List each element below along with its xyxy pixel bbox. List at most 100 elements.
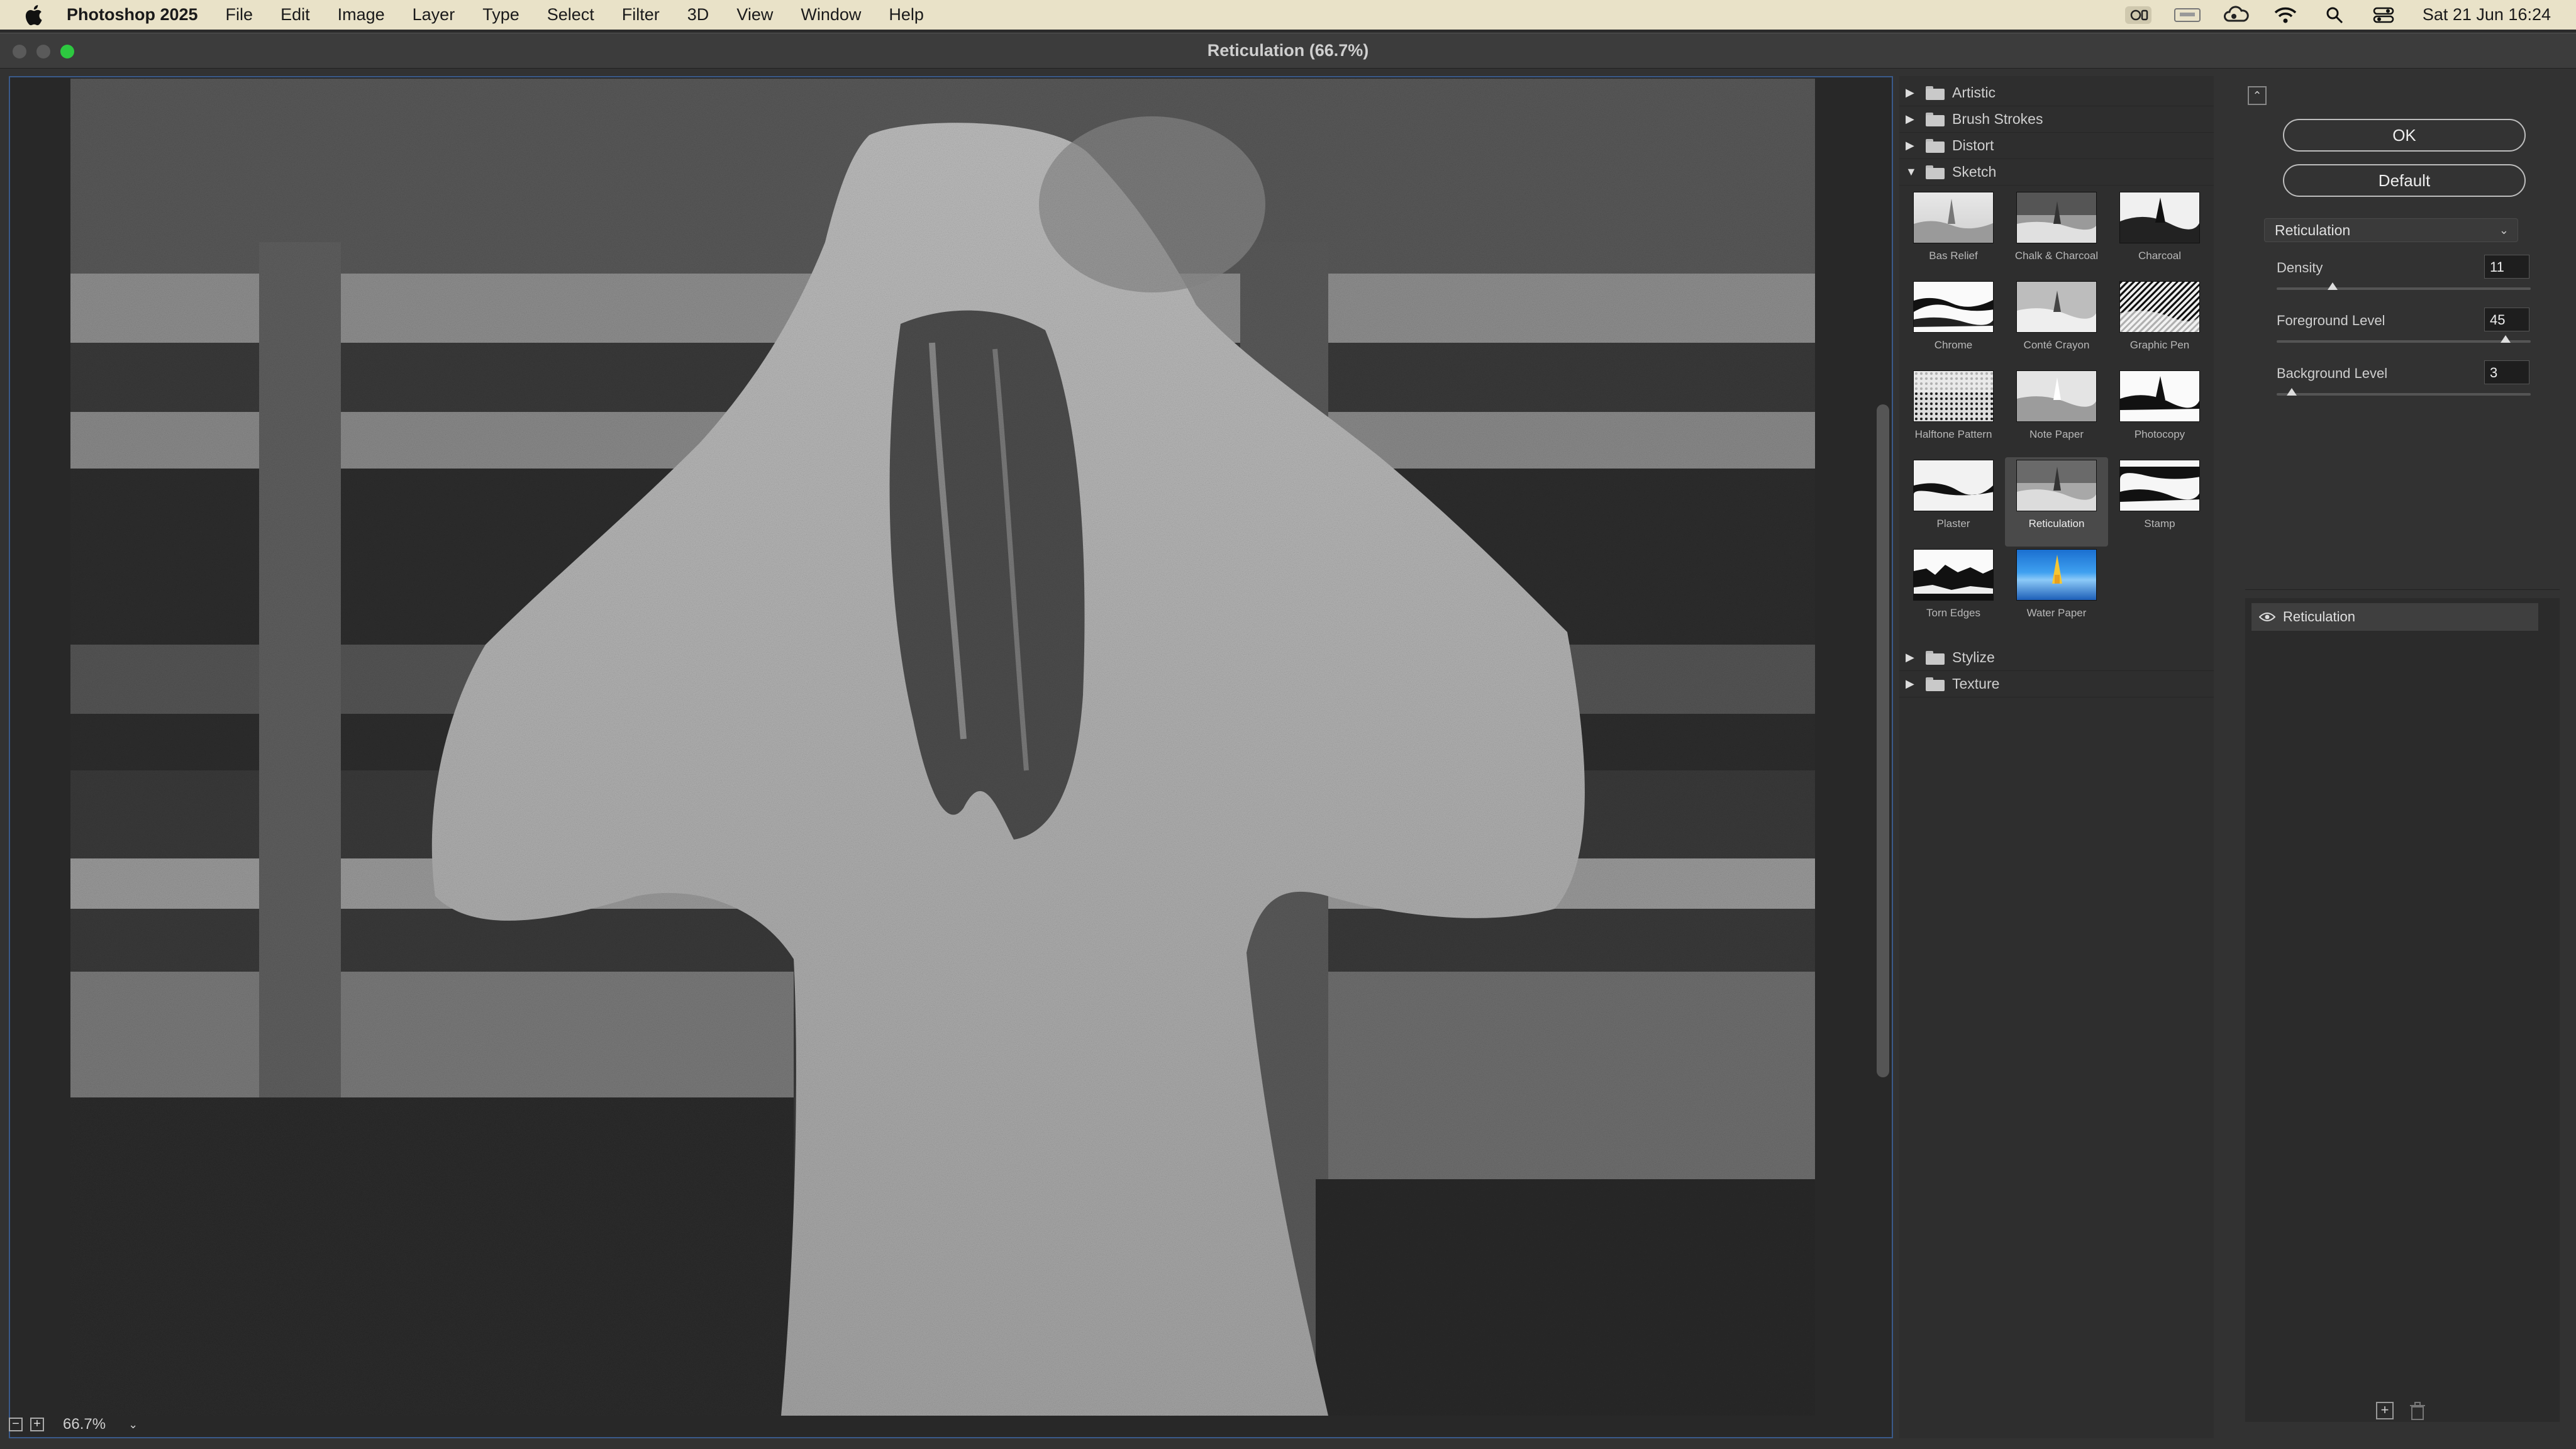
menu-image[interactable]: Image <box>338 5 385 25</box>
density-slider[interactable] <box>2277 287 2531 290</box>
category-distort[interactable]: ▶ Distort <box>1899 133 2214 159</box>
folder-icon <box>1926 138 1945 153</box>
zoom-value[interactable]: 66.7% <box>63 1416 106 1433</box>
preview-image[interactable] <box>70 79 1815 1416</box>
filter-water-paper[interactable]: Water Paper <box>2005 547 2108 636</box>
expand-triangle-icon[interactable]: ▶ <box>1906 651 1917 664</box>
filter-select-value: Reticulation <box>2275 221 2351 238</box>
filter-stamp[interactable]: Stamp <box>2108 457 2211 547</box>
menu-3d[interactable]: 3D <box>687 5 709 25</box>
menu-type[interactable]: Type <box>482 5 519 25</box>
search-icon[interactable] <box>2321 6 2348 25</box>
menu-select[interactable]: Select <box>547 5 594 25</box>
filter-thumbnail <box>1913 192 1994 243</box>
eye-icon[interactable] <box>2251 612 2283 622</box>
filter-label: Chrome <box>1934 339 1973 351</box>
background-level-slider-handle[interactable] <box>2287 388 2297 396</box>
filter-label: Reticulation <box>2028 518 2085 530</box>
menu-layer[interactable]: Layer <box>413 5 455 25</box>
category-brush-strokes[interactable]: ▶ Brush Strokes <box>1899 106 2214 133</box>
filter-label: Photocopy <box>2134 428 2185 440</box>
new-effect-layer-icon[interactable]: + <box>2376 1402 2394 1419</box>
expand-triangle-icon[interactable]: ▶ <box>1906 677 1917 691</box>
close-window-button[interactable] <box>13 45 26 58</box>
zoom-in-button[interactable]: + <box>30 1418 44 1431</box>
collapse-gallery-icon[interactable]: ⌃ <box>2248 86 2267 105</box>
background-level-label: Background Level <box>2277 365 2388 381</box>
screen-capture-icon[interactable] <box>2124 6 2152 25</box>
background-level-slider[interactable] <box>2277 393 2531 396</box>
preview-area[interactable] <box>9 76 1893 1438</box>
filter-thumbnail <box>2119 460 2200 511</box>
window-controls <box>13 45 74 58</box>
filter-halftone-pattern[interactable]: Halftone Pattern <box>1902 368 2005 457</box>
foreground-level-slider[interactable] <box>2277 340 2531 343</box>
expand-triangle-icon[interactable]: ▶ <box>1906 113 1917 126</box>
filter-select[interactable]: Reticulation ⌄ <box>2264 218 2518 242</box>
menu-filter[interactable]: Filter <box>622 5 660 25</box>
filter-plaster[interactable]: Plaster <box>1902 457 2005 547</box>
category-artistic[interactable]: ▶ Artistic <box>1899 80 2214 106</box>
delete-effect-layer-icon[interactable] <box>2409 1402 2426 1424</box>
filter-thumbnail <box>2016 370 2097 422</box>
filter-label: Stamp <box>2144 518 2175 530</box>
filter-thumbnail <box>2119 192 2200 243</box>
filter-charcoal[interactable]: Charcoal <box>2108 189 2211 279</box>
menu-help[interactable]: Help <box>889 5 924 25</box>
density-control: Density 11 <box>2277 255 2534 305</box>
wifi-icon[interactable] <box>2272 6 2299 25</box>
filter-photocopy[interactable]: Photocopy <box>2108 368 2211 457</box>
filter-thumbnail <box>1913 460 1994 511</box>
category-sketch[interactable]: ▼ Sketch <box>1899 159 2214 186</box>
filter-torn-edges[interactable]: Torn Edges <box>1902 547 2005 636</box>
filter-graphic-pen[interactable]: Graphic Pen <box>2108 279 2211 368</box>
app-name-menu[interactable]: Photoshop 2025 <box>67 5 198 25</box>
filter-gallery-window: Reticulation (66.7%) − + 66.7% ⌄ ▶ Artis… <box>0 33 2576 1449</box>
effect-layer-tools: + <box>2376 1402 2426 1424</box>
apple-icon[interactable] <box>24 4 49 26</box>
divider <box>2245 589 2560 590</box>
density-input[interactable]: 11 <box>2484 255 2529 279</box>
filter-label: Plaster <box>1936 518 1970 530</box>
category-texture[interactable]: ▶ Texture <box>1899 671 2214 697</box>
folder-icon <box>1926 86 1945 100</box>
zoom-out-button[interactable]: − <box>9 1418 23 1431</box>
filter-note-paper[interactable]: Note Paper <box>2005 368 2108 457</box>
foreground-level-label: Foreground Level <box>2277 313 2385 328</box>
filter-chrome[interactable]: Chrome <box>1902 279 2005 368</box>
filter-bas-relief[interactable]: Bas Relief <box>1902 189 2005 279</box>
density-label: Density <box>2277 260 2323 275</box>
filter-thumbnail <box>2119 370 2200 422</box>
foreground-level-slider-handle[interactable] <box>2500 335 2511 343</box>
menu-edit[interactable]: Edit <box>280 5 310 25</box>
filter-label: Chalk & Charcoal <box>2014 250 2099 262</box>
effect-layer-row[interactable]: Reticulation <box>2251 603 2538 631</box>
menu-window[interactable]: Window <box>801 5 861 25</box>
expand-triangle-icon[interactable]: ▶ <box>1906 86 1917 99</box>
foreground-level-control: Foreground Level 45 <box>2277 308 2534 358</box>
menu-view[interactable]: View <box>736 5 773 25</box>
creative-cloud-icon[interactable] <box>2223 5 2250 25</box>
clock[interactable]: Sat 21 Jun 16:24 <box>2423 5 2551 25</box>
density-slider-handle[interactable] <box>2327 282 2338 290</box>
preview-scrollbar[interactable] <box>1877 404 1889 1077</box>
filter-reticulation[interactable]: Reticulation <box>2005 457 2108 547</box>
folder-open-icon <box>1926 165 1945 179</box>
default-button[interactable]: Default <box>2283 164 2526 197</box>
keyboard-icon[interactable] <box>2174 6 2201 25</box>
chevron-down-icon[interactable]: ⌄ <box>128 1418 138 1431</box>
ok-button[interactable]: OK <box>2283 119 2526 152</box>
minimize-window-button[interactable] <box>36 45 50 58</box>
zoom-window-button[interactable] <box>60 45 74 58</box>
background-level-input[interactable]: 3 <box>2484 360 2529 384</box>
menu-file[interactable]: File <box>226 5 253 25</box>
category-label: Brush Strokes <box>1952 111 2043 127</box>
category-label: Texture <box>1952 675 2000 692</box>
filter-conte-crayon[interactable]: Conté Crayon <box>2005 279 2108 368</box>
category-stylize[interactable]: ▶ Stylize <box>1899 645 2214 671</box>
collapse-triangle-icon[interactable]: ▼ <box>1906 165 1917 179</box>
filter-chalk-charcoal[interactable]: Chalk & Charcoal <box>2005 189 2108 279</box>
expand-triangle-icon[interactable]: ▶ <box>1906 139 1917 152</box>
foreground-level-input[interactable]: 45 <box>2484 308 2529 331</box>
control-center-icon[interactable] <box>2370 6 2397 25</box>
